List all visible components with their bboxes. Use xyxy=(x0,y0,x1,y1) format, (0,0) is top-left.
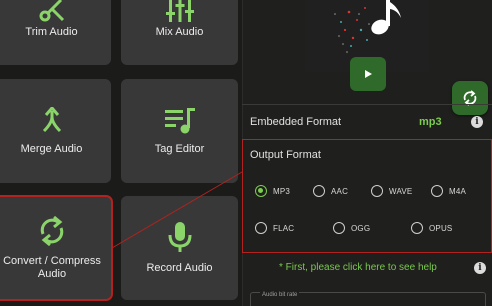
convert-cycle-icon xyxy=(38,215,66,251)
radio-dot xyxy=(431,185,443,197)
radio-label: MP3 xyxy=(273,186,291,196)
help-row[interactable]: * First, please click here to see help i xyxy=(242,256,492,282)
radio-label: WAVE xyxy=(389,186,413,196)
audio-bit-rate-label: Audio bit rate xyxy=(260,292,300,298)
radio-dot xyxy=(333,222,345,234)
tag-list-icon xyxy=(164,108,195,139)
tile-trim-audio[interactable]: Trim Audio xyxy=(0,0,111,65)
radio-mp3[interactable]: MP3 xyxy=(255,185,290,197)
tile-label: Convert / Compress xyxy=(3,255,101,267)
radio-label: FLAC xyxy=(273,223,295,233)
tile-label: Merge Audio xyxy=(20,143,83,155)
tile-tag-editor[interactable]: Tag Editor xyxy=(121,79,238,183)
radio-dot xyxy=(255,222,267,234)
play-icon xyxy=(365,70,372,78)
embedded-format-label: Embedded Format xyxy=(250,116,342,128)
scissors-icon xyxy=(39,0,65,27)
radio-aac[interactable]: AAC xyxy=(313,185,348,197)
tile-record-audio[interactable]: Record Audio xyxy=(121,196,238,300)
radio-label: OGG xyxy=(351,223,371,233)
radio-opus[interactable]: OPUS xyxy=(411,222,452,234)
tile-mix-audio[interactable]: Mix Audio xyxy=(121,0,238,65)
output-format-section: Output Format MP3 AAC WAVE M4A FLAC OGG … xyxy=(242,139,492,253)
tile-label: Tag Editor xyxy=(154,143,205,155)
embedded-format-value: mp3 xyxy=(419,116,442,128)
tile-label: Trim Audio xyxy=(25,26,78,38)
radio-label: OPUS xyxy=(429,223,453,233)
radio-dot xyxy=(411,222,423,234)
microphone-icon xyxy=(168,222,192,259)
radio-dot xyxy=(255,185,267,197)
embedded-format-row: Embedded Format mp3 i xyxy=(242,104,492,138)
play-button[interactable] xyxy=(350,57,386,91)
help-link[interactable]: * First, please click here to see help xyxy=(279,262,437,273)
radio-label: M4A xyxy=(449,186,467,196)
tile-label: Mix Audio xyxy=(155,26,204,38)
info-icon[interactable]: i xyxy=(474,262,486,274)
info-icon[interactable]: i xyxy=(471,116,483,128)
radio-dot xyxy=(313,185,325,197)
radio-label: AAC xyxy=(331,186,349,196)
radio-ogg[interactable]: OGG xyxy=(333,222,370,234)
tile-convert-compress-audio[interactable]: Convert / Compress Audio xyxy=(0,195,113,301)
radio-wave[interactable]: WAVE xyxy=(371,185,412,197)
sliders-icon xyxy=(165,0,194,27)
tile-merge-audio[interactable]: Merge Audio xyxy=(0,79,111,183)
merge-icon xyxy=(40,105,64,140)
output-format-title: Output Format xyxy=(250,149,321,161)
audio-bit-rate-field[interactable]: Audio bit rate xyxy=(250,292,486,306)
radio-flac[interactable]: FLAC xyxy=(255,222,294,234)
radio-dot xyxy=(371,185,383,197)
tile-label: Audio xyxy=(37,268,67,280)
radio-m4a[interactable]: M4A xyxy=(431,185,466,197)
tile-label: Record Audio xyxy=(146,262,213,274)
